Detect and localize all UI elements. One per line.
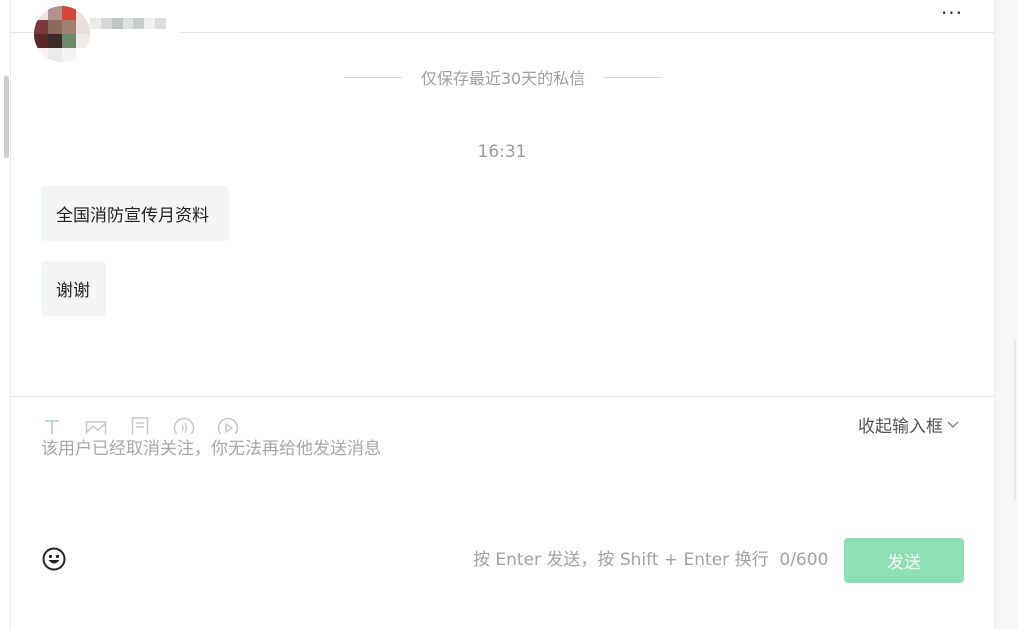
retention-notice-text: 仅保存最近30天的私信 [420, 69, 586, 88]
message-bubble[interactable]: 谢谢 [41, 261, 106, 316]
message-text: 全国消防宣传月资料 [56, 206, 209, 226]
send-button[interactable]: 发送 [844, 538, 964, 583]
notice-line-left [344, 76, 402, 78]
text-icon[interactable] [41, 412, 63, 434]
contact-name [90, 18, 167, 40]
right-panel-scrollbar[interactable] [1014, 340, 1016, 500]
collapse-input-button[interactable]: 收起输入框 [858, 412, 959, 437]
message-text: 谢谢 [56, 281, 90, 301]
more-options-button[interactable]: ··· [936, 2, 968, 24]
send-hint: 按 Enter 发送，按 Shift + Enter 换行 0/600 [473, 546, 828, 574]
message-bubble[interactable]: 全国消防宣传月资料 [41, 186, 229, 241]
message-timestamp: 16:31 [477, 142, 527, 162]
image-icon[interactable] [85, 412, 107, 434]
collapse-input-label: 收起输入框 [858, 417, 943, 437]
send-hint-text: 按 Enter 发送，按 Shift + Enter 换行 [473, 550, 769, 570]
header-divider [180, 32, 994, 33]
emoji-icon[interactable] [41, 546, 67, 572]
avatar[interactable] [34, 6, 90, 62]
chat-window: ··· 仅保存最近30天的私信 16:31 全国消防宣传月资料 谢谢 收起输入框 [0, 0, 1018, 629]
composer-divider [11, 396, 994, 397]
composer-toolbar [41, 412, 261, 434]
right-panel [994, 0, 1018, 629]
character-counter: 0/600 [779, 550, 829, 570]
retention-notice: 仅保存最近30天的私信 [344, 64, 662, 90]
header-divider [11, 32, 35, 33]
audio-icon[interactable] [173, 412, 195, 434]
document-icon[interactable] [129, 412, 151, 434]
chevron-down-icon [947, 421, 959, 428]
left-border [10, 0, 11, 629]
conversation-list-scrollbar[interactable] [4, 76, 9, 158]
unfollowed-notice: 该用户已经取消关注，你无法再给他发送消息 [41, 439, 381, 459]
video-icon[interactable] [217, 412, 239, 434]
notice-line-right [604, 76, 662, 78]
